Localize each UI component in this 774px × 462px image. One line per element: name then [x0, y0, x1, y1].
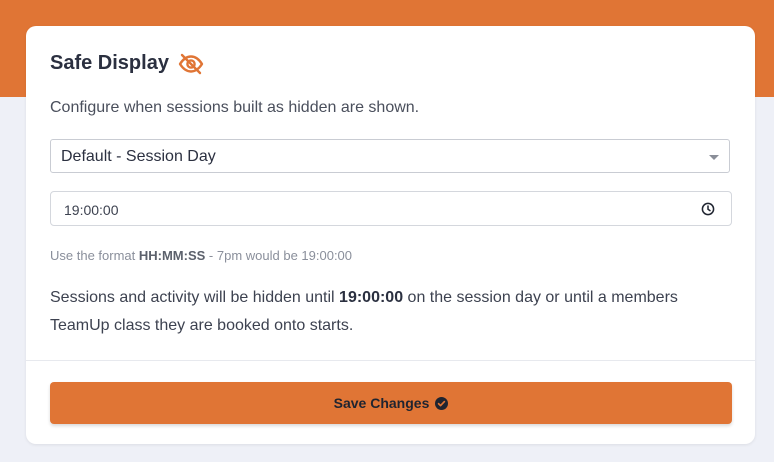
- clock-icon[interactable]: [701, 202, 715, 216]
- hint-format: HH:MM:SS: [138, 248, 206, 263]
- safe-display-card: Safe Display Configure when sessions bui…: [26, 26, 755, 444]
- hint-suffix: - 7pm would be 19:00:00: [205, 248, 353, 263]
- hint-prefix: Use the format: [50, 248, 139, 263]
- note-time: 19:00:00: [339, 289, 404, 306]
- time-input[interactable]: 19:00:00: [50, 191, 732, 226]
- caret-down-icon: [709, 155, 719, 160]
- card-header: Safe Display: [50, 52, 204, 75]
- card-title: Safe Display: [50, 52, 169, 74]
- save-changes-label: Save Changes: [333, 395, 430, 411]
- display-mode-selected: Default - Session Day: [61, 148, 216, 165]
- display-mode-select[interactable]: Default - Session Day: [50, 139, 730, 173]
- save-changes-button[interactable]: Save Changes: [50, 382, 732, 424]
- visibility-note: Sessions and activity will be hidden unt…: [50, 284, 710, 340]
- card-description: Configure when sessions built as hidden …: [50, 99, 420, 116]
- note-before: Sessions and activity will be hidden unt…: [50, 289, 340, 306]
- card-divider: [26, 360, 755, 361]
- check-circle-icon: [435, 396, 449, 410]
- eye-slash-icon: [178, 53, 204, 75]
- time-input-value: 19:00:00: [64, 202, 119, 218]
- format-hint: Use the format HH:MM:SS - 7pm would be 1…: [50, 248, 352, 263]
